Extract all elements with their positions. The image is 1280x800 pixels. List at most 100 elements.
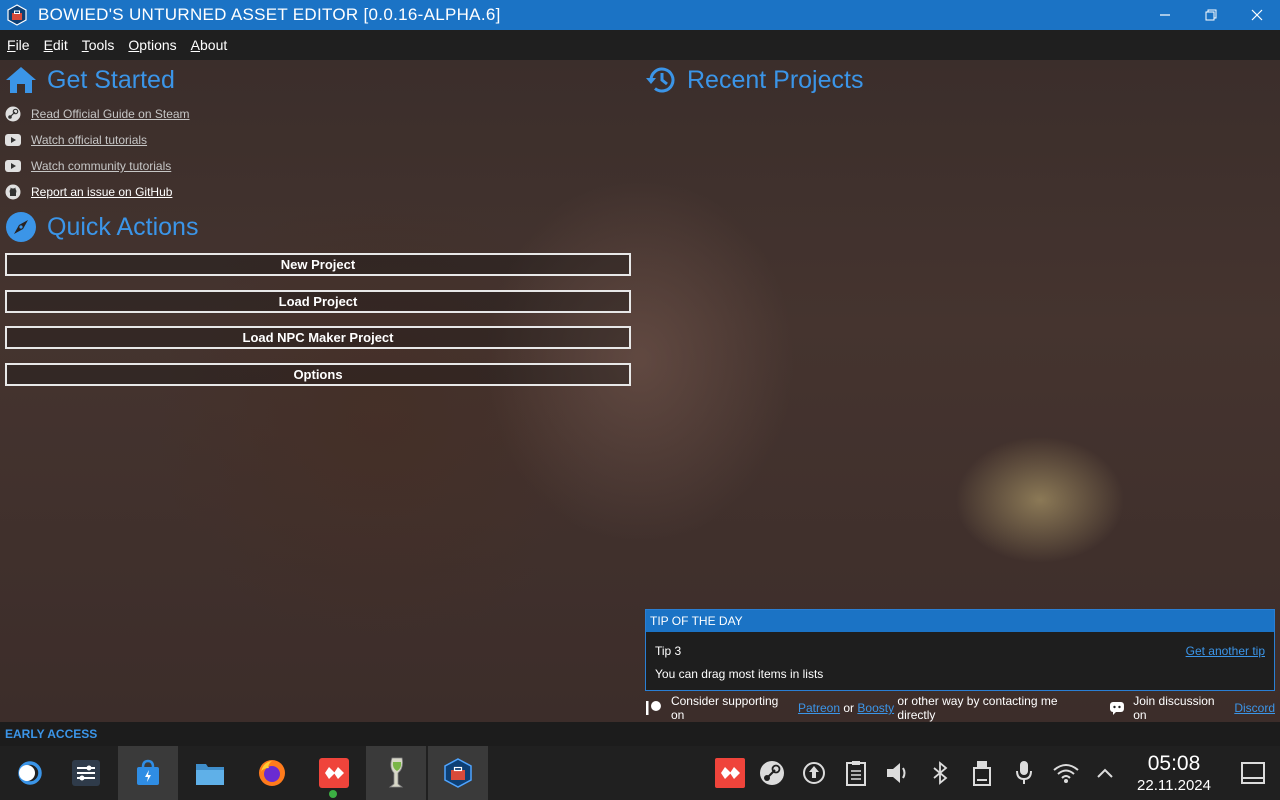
taskbar: 05:08 22.11.2024	[0, 746, 1280, 800]
link-github-issue[interactable]: Report an issue on GitHub	[4, 183, 172, 201]
get-started-title: Get Started	[47, 65, 175, 94]
chevron-up-icon	[1097, 768, 1113, 778]
tip-text: You can drag most items in lists	[655, 667, 824, 681]
compass-icon	[6, 212, 36, 242]
title-bar: BOWIED'S UNTURNED ASSET EDITOR [0.0.16-A…	[0, 0, 1280, 30]
anydesk-icon	[319, 758, 349, 788]
show-desktop-icon	[1241, 762, 1265, 784]
support-suffix: or other way by contacting me directly	[897, 694, 1058, 722]
clock-date: 22.11.2024	[1137, 777, 1211, 794]
app-store-button[interactable]	[118, 746, 178, 800]
update-tray-button[interactable]	[799, 746, 829, 800]
menu-about[interactable]: About	[191, 37, 228, 53]
youtube-icon	[4, 157, 22, 175]
menu-options[interactable]: Options	[128, 37, 176, 53]
start-menu-button[interactable]	[0, 746, 60, 800]
menu-file[interactable]: File	[7, 37, 30, 53]
file-manager-button[interactable]	[180, 746, 240, 800]
file-manager-icon	[196, 764, 224, 785]
toolbox-icon	[7, 4, 27, 26]
update-icon	[803, 762, 825, 784]
system-settings-icon	[72, 760, 100, 786]
restore-button[interactable]	[1188, 0, 1234, 30]
tip-number: Tip 3	[655, 644, 682, 658]
load-npc-maker-project-button[interactable]: Load NPC Maker Project	[5, 326, 631, 349]
microphone-icon	[1016, 761, 1032, 784]
support-or: or	[843, 701, 855, 715]
early-access-label: EARLY ACCESS	[5, 727, 98, 741]
link-github-issue-label: Report an issue on GitHub	[31, 185, 173, 199]
steam-icon	[4, 105, 22, 123]
discord-icon	[1110, 702, 1125, 715]
link-official-tutorials[interactable]: Watch official tutorials	[4, 131, 147, 149]
clock[interactable]: 05:08 22.11.2024	[1128, 752, 1220, 794]
options-button[interactable]: Options	[5, 363, 631, 386]
microphone-tray-button[interactable]	[1009, 746, 1039, 800]
storage-icon	[973, 761, 991, 786]
recent-projects-title: Recent Projects	[687, 65, 864, 94]
patreon-link[interactable]: Patreon	[798, 701, 840, 715]
tip-header: TIP OF THE DAY	[646, 610, 1274, 632]
bluetooth-icon	[933, 761, 948, 785]
minimize-button[interactable]	[1142, 0, 1188, 30]
link-steam-guide-label: Read Official Guide on Steam	[31, 107, 190, 121]
new-project-button[interactable]: New Project	[5, 253, 631, 276]
tip-of-the-day-panel: TIP OF THE DAY Tip 3 You can drag most i…	[645, 609, 1275, 691]
start-menu-icon	[18, 761, 42, 785]
history-icon	[646, 67, 675, 93]
volume-tray-button[interactable]	[883, 746, 913, 800]
minimize-icon	[1160, 14, 1170, 16]
new-badge-icon	[329, 790, 337, 798]
status-bar: EARLY ACCESS	[0, 722, 1280, 746]
firefox-icon	[259, 760, 285, 786]
discord-link[interactable]: Discord	[1234, 701, 1275, 715]
anydesk-tray-button[interactable]	[715, 746, 745, 800]
link-community-tutorials-label: Watch community tutorials	[31, 159, 172, 173]
volume-icon	[887, 763, 906, 783]
wine-icon	[388, 757, 404, 788]
menu-edit[interactable]: Edit	[44, 37, 68, 53]
wifi-icon	[1053, 764, 1079, 783]
link-community-tutorials[interactable]: Watch community tutorials	[4, 157, 171, 175]
support-line: Consider supporting on Patreon or Boosty…	[645, 694, 1275, 722]
boosty-link[interactable]: Boosty	[857, 701, 894, 715]
recent-projects-heading: Recent Projects	[645, 65, 863, 95]
load-project-button[interactable]: Load Project	[5, 290, 631, 313]
quick-actions-title: Quick Actions	[47, 212, 199, 241]
firefox-button[interactable]	[242, 746, 302, 800]
clipboard-icon	[846, 761, 866, 786]
get-another-tip-link[interactable]: Get another tip	[1186, 644, 1265, 658]
link-steam-guide[interactable]: Read Official Guide on Steam	[4, 105, 190, 123]
anydesk-tray-icon	[715, 758, 745, 788]
system-settings-button[interactable]	[56, 746, 116, 800]
clock-time: 05:08	[1147, 752, 1201, 775]
bluetooth-tray-button[interactable]	[925, 746, 955, 800]
github-icon	[4, 183, 22, 201]
quick-actions-heading: Quick Actions	[5, 211, 198, 243]
wifi-tray-button[interactable]	[1051, 746, 1081, 800]
close-icon	[1251, 9, 1263, 21]
show-hidden-icons-button[interactable]	[1090, 746, 1120, 800]
start-page: Get Started Read Official Guide on Steam…	[0, 60, 1280, 722]
anydesk-button[interactable]	[304, 746, 364, 800]
support-prefix: Consider supporting on	[670, 694, 779, 722]
get-started-heading: Get Started	[5, 65, 175, 95]
storage-tray-button[interactable]	[967, 746, 997, 800]
link-official-tutorials-label: Watch official tutorials	[31, 133, 148, 147]
wine-button[interactable]	[366, 746, 426, 800]
window-title: BOWIED'S UNTURNED ASSET EDITOR [0.0.16-A…	[38, 5, 501, 24]
steam-tray-button[interactable]	[757, 746, 787, 800]
youtube-icon	[4, 131, 22, 149]
menu-bar: File Edit Tools Options About	[0, 30, 1280, 60]
steam-tray-icon	[760, 761, 784, 785]
restore-icon	[1205, 9, 1217, 21]
patreon-icon	[645, 701, 661, 715]
discord-prefix: Join discussion on	[1133, 694, 1215, 722]
clipboard-tray-button[interactable]	[841, 746, 871, 800]
show-desktop-button[interactable]	[1238, 746, 1268, 800]
app-store-icon	[137, 759, 159, 785]
asset-editor-icon	[444, 758, 472, 788]
menu-tools[interactable]: Tools	[82, 37, 115, 53]
asset-editor-button[interactable]	[428, 746, 488, 800]
close-button[interactable]	[1234, 0, 1280, 30]
